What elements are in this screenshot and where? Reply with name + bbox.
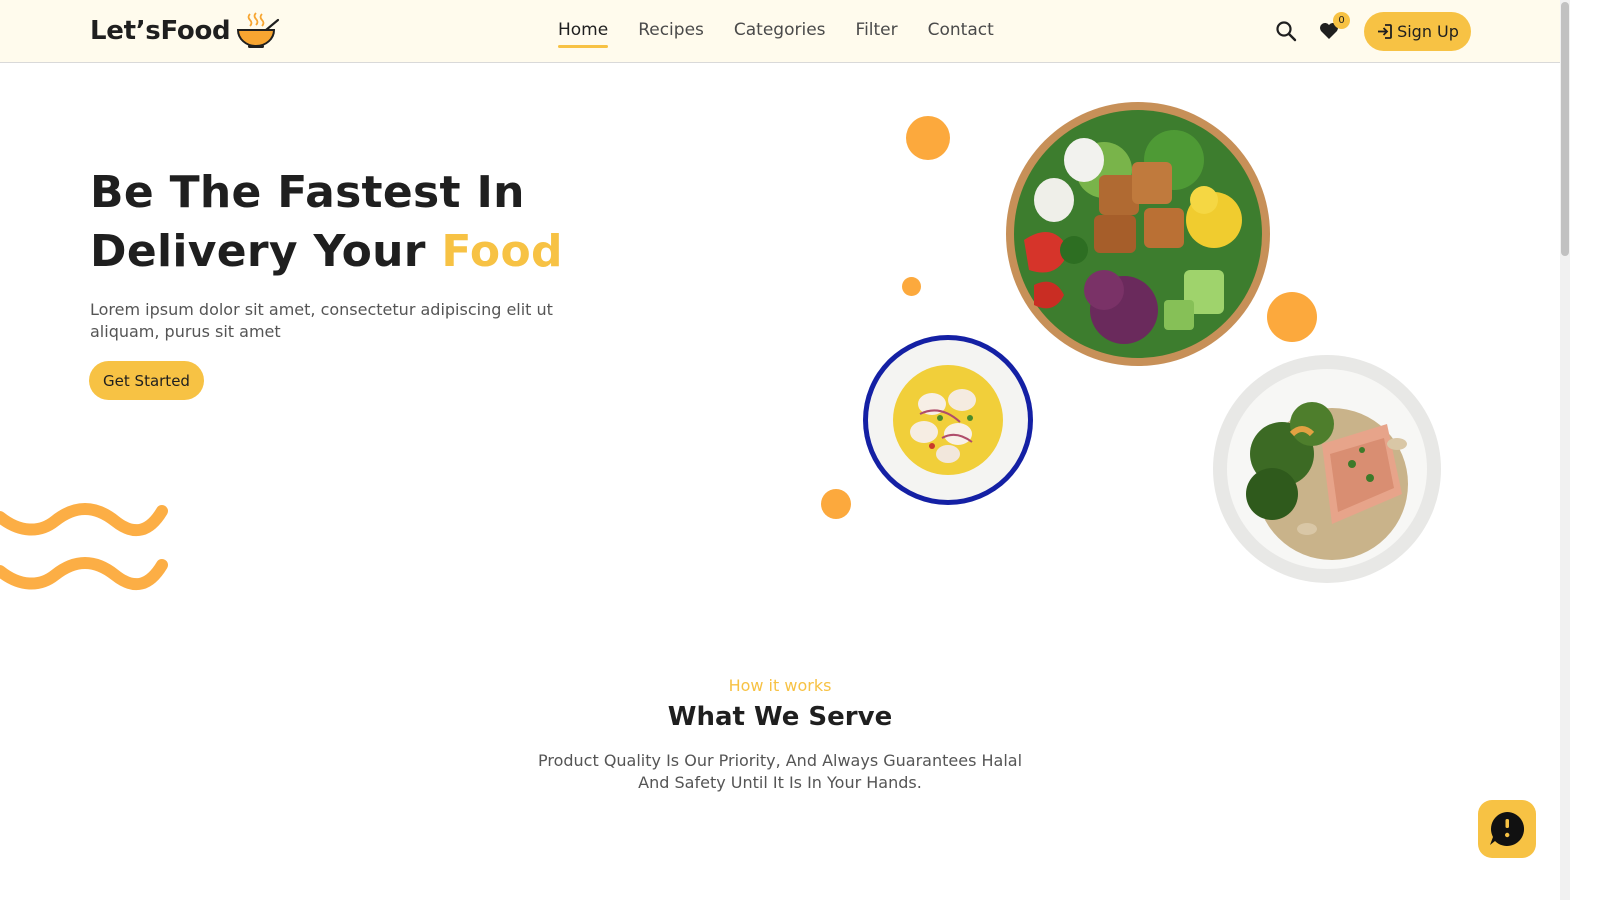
salmon-plate-image bbox=[1213, 355, 1441, 583]
nav-contact[interactable]: Contact bbox=[928, 20, 994, 44]
nav-filter[interactable]: Filter bbox=[856, 20, 898, 44]
section-title: What We Serve bbox=[667, 702, 893, 732]
main-nav: Home Recipes Categories Filter Contact bbox=[558, 20, 994, 48]
section-eyebrow: How it works bbox=[728, 676, 832, 695]
nav-home[interactable]: Home bbox=[558, 20, 609, 48]
ceviche-bowl-image bbox=[863, 335, 1033, 505]
brand-logo[interactable]: Let’sFood bbox=[90, 12, 280, 50]
hero-title-accent: Food bbox=[441, 226, 563, 277]
sign-up-label: Sign Up bbox=[1397, 22, 1459, 41]
sign-up-button[interactable]: Sign Up bbox=[1364, 12, 1471, 51]
hero-description: Lorem ipsum dolor sit amet, consectetur … bbox=[90, 300, 553, 341]
page-gutter bbox=[1570, 0, 1600, 900]
login-arrow-icon bbox=[1378, 24, 1392, 39]
nav-categories[interactable]: Categories bbox=[734, 20, 826, 44]
scrollbar-thumb[interactable] bbox=[1561, 2, 1569, 256]
soup-bowl-icon bbox=[237, 12, 280, 48]
get-started-button[interactable]: Get Started bbox=[89, 361, 204, 400]
brand-name: Let’sFood bbox=[90, 16, 231, 46]
hero-title-line2: Delivery Your bbox=[90, 226, 442, 277]
salad-bowl-image bbox=[1006, 102, 1270, 366]
decor-dot bbox=[821, 489, 851, 519]
navbar: Let’sFood Home Recipes Categories Filter… bbox=[0, 0, 1560, 63]
chat-bubble-icon bbox=[1490, 811, 1525, 846]
decor-dot bbox=[906, 116, 950, 160]
search-icon[interactable] bbox=[1275, 20, 1297, 42]
section-description: Product Quality Is Our Priority, And Alw… bbox=[537, 751, 1023, 792]
hero-title-line1: Be The Fastest In bbox=[90, 167, 525, 218]
favorites-count-badge: 0 bbox=[1333, 12, 1350, 29]
hero-title: Be The Fastest In Delivery Your Food bbox=[90, 163, 563, 281]
chat-button[interactable] bbox=[1478, 800, 1536, 858]
decor-dot bbox=[902, 277, 921, 296]
decorative-wave-shape bbox=[0, 503, 168, 590]
decor-dot bbox=[1267, 292, 1317, 342]
nav-recipes[interactable]: Recipes bbox=[638, 20, 704, 44]
